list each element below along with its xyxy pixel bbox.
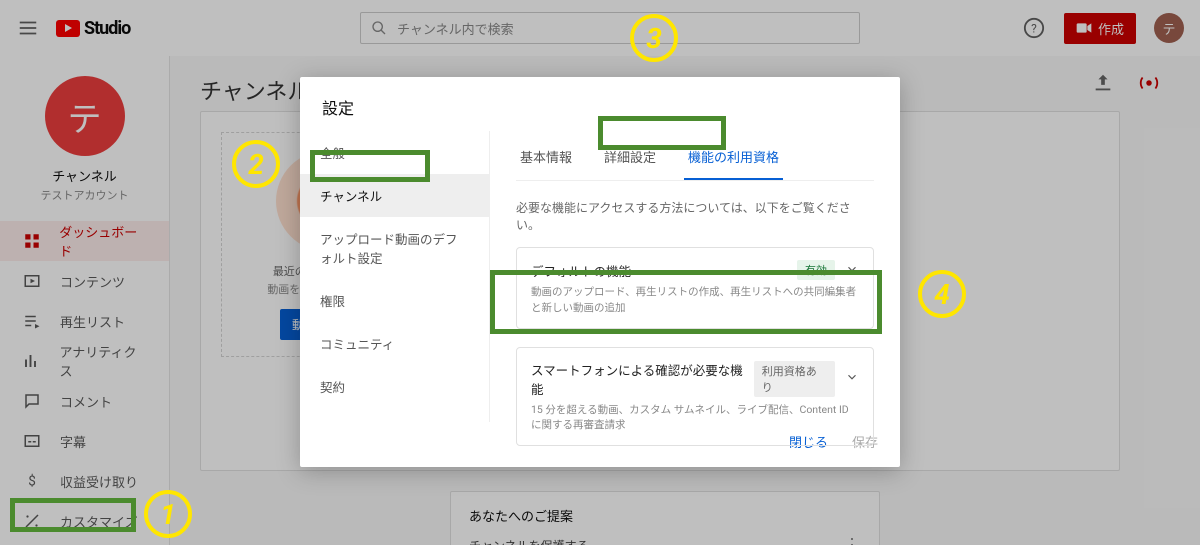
dialog-tabs: 基本情報 詳細設定 機能の利用資格	[516, 147, 874, 181]
dlg-side-general[interactable]: 全般	[300, 131, 489, 174]
tab-advanced[interactable]: 詳細設定	[600, 147, 660, 180]
feature-default[interactable]: デフォルトの機能 有効 動画のアップロード、再生リストの作成、再生リストへの共同…	[516, 247, 874, 329]
tab-feature-eligibility[interactable]: 機能の利用資格	[684, 147, 783, 180]
tab-basic[interactable]: 基本情報	[516, 147, 576, 180]
dlg-side-upload-defaults[interactable]: アップロード動画のデフォルト設定	[300, 217, 489, 279]
chevron-down-icon[interactable]	[845, 369, 859, 388]
dialog-title: 設定	[300, 77, 900, 131]
dialog-hint: 必要な機能にアクセスする方法については、以下をご覧ください。	[516, 199, 874, 233]
dlg-side-channel[interactable]: チャンネル	[300, 174, 489, 217]
chevron-down-icon[interactable]	[845, 261, 859, 280]
dlg-side-community[interactable]: コミュニティ	[300, 322, 489, 365]
status-badge-enabled: 有効	[797, 260, 835, 280]
dlg-side-agreements[interactable]: 契約	[300, 365, 489, 408]
status-badge-eligible: 利用資格あり	[754, 361, 835, 397]
dialog-main: 基本情報 詳細設定 機能の利用資格 必要な機能にアクセスする方法については、以下…	[490, 131, 900, 422]
dlg-side-permissions[interactable]: 権限	[300, 279, 489, 322]
settings-dialog: 設定 全般 チャンネル アップロード動画のデフォルト設定 権限 コミュニティ 契…	[300, 77, 900, 467]
dialog-sidebar: 全般 チャンネル アップロード動画のデフォルト設定 権限 コミュニティ 契約	[300, 131, 490, 422]
feature-phone-verified[interactable]: スマートフォンによる確認が必要な機能 利用資格あり 15 分を超える動画、カスタ…	[516, 347, 874, 447]
